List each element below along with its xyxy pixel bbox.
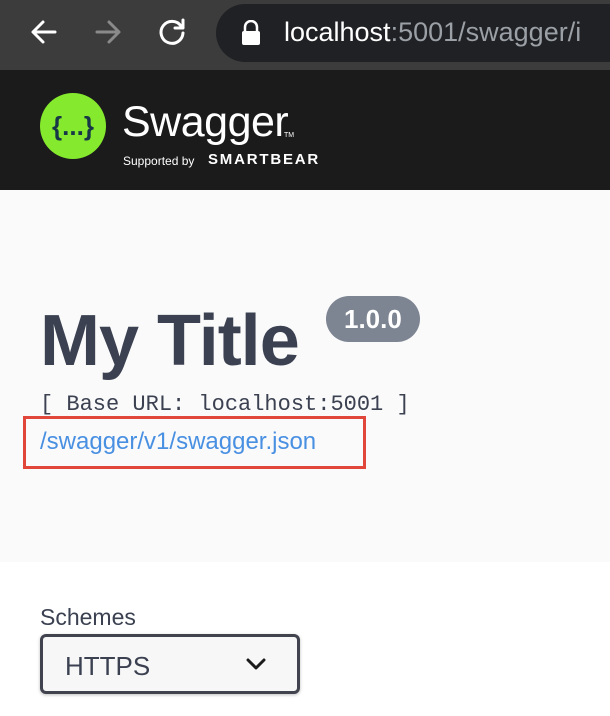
- arrow-left-icon: [31, 20, 57, 44]
- base-url-text: [ Base URL: localhost:5001 ]: [40, 392, 410, 417]
- lock-icon: [242, 20, 260, 45]
- smartbear-brand: SMARTBEAR: [208, 151, 321, 168]
- version-badge: 1.0.0: [326, 296, 420, 342]
- forward-button[interactable]: [88, 12, 128, 52]
- swagger-json-link[interactable]: /swagger/v1/swagger.json: [40, 428, 316, 456]
- swagger-logo-icon[interactable]: {...}: [40, 93, 106, 159]
- url-path: :5001/swagger/i: [390, 17, 582, 47]
- api-info-section: My Title 1.0.0 [ Base URL: localhost:500…: [0, 190, 610, 562]
- logo-text: Swagger: [122, 98, 289, 146]
- supported-by-text: Supported by: [123, 154, 195, 168]
- browser-toolbar: localhost:5001/swagger/i: [0, 0, 610, 70]
- logo-trademark: TM: [284, 132, 295, 139]
- address-bar[interactable]: localhost:5001/swagger/i: [216, 4, 610, 62]
- swagger-topbar: {...} Swagger TM Supported by SMARTBEAR: [0, 70, 610, 190]
- reload-button[interactable]: [152, 12, 192, 52]
- chevron-down-icon: [246, 658, 266, 670]
- arrow-right-icon: [95, 20, 121, 44]
- schemes-label: Schemes: [40, 604, 136, 630]
- schemes-selected-value: HTTPS: [65, 651, 151, 681]
- reload-icon: [159, 18, 185, 45]
- logo-icon-text: {...}: [52, 111, 94, 141]
- url-host: localhost: [284, 17, 391, 47]
- back-button[interactable]: [24, 12, 64, 52]
- schemes-select[interactable]: HTTPS: [40, 634, 300, 694]
- url-text: localhost:5001/swagger/i: [284, 17, 581, 48]
- page-title: My Title: [40, 301, 300, 381]
